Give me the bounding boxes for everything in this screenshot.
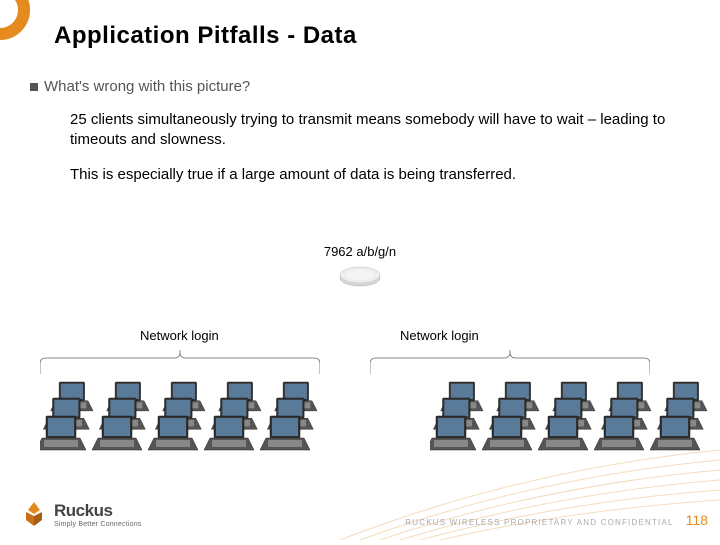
network-login-right-label: Network login [400,328,479,343]
body-paragraph-1: 25 clients simultaneously trying to tran… [70,110,670,151]
bracket-right-icon [370,350,650,372]
body-paragraph-2: This is especially true if a large amoun… [70,165,670,185]
bullet-row: What's wrong with this picture? [30,78,250,95]
ruckus-logo-icon [20,500,48,528]
page-number: 118 [686,512,708,528]
logo-tagline: Simply Better Connections [54,521,141,528]
confidential-text: RUCKUS WIRELESS PROPRIETARY AND CONFIDEN… [405,518,673,527]
logo-name: Ruckus [54,501,141,521]
footer: Ruckus Simply Better Connections RUCKUS … [20,500,708,528]
network-login-left-label: Network login [140,328,219,343]
bracket-left-icon [40,350,320,372]
bullet-square-icon [30,83,38,91]
access-point-label: 7962 a/b/g/n [0,244,720,259]
laptop-cluster-right [430,380,720,460]
access-point-icon [337,262,383,293]
laptop-cluster-left [40,380,330,460]
slide-title: Application Pitfalls - Data [54,22,357,50]
header-arc-decoration [0,0,30,40]
bullet-text: What's wrong with this picture? [44,78,250,95]
logo: Ruckus Simply Better Connections [20,500,141,528]
body-text: 25 clients simultaneously trying to tran… [70,110,670,185]
